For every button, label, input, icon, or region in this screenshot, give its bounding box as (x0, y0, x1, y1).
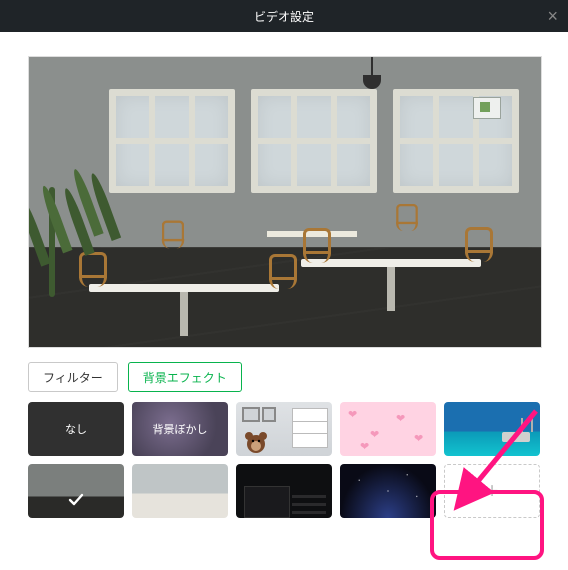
tabs: フィルター 背景エフェクト (28, 362, 540, 392)
plus-icon: + (486, 478, 499, 504)
bg-cafe-selected[interactable] (28, 464, 124, 518)
dialog-title: ビデオ設定 (254, 8, 314, 25)
bg-thumbnails: なし 背景ぼかし ❤❤ ❤❤ ❤ + (28, 402, 540, 518)
video-preview (28, 56, 542, 348)
bg-sea-boat[interactable] (444, 402, 540, 456)
tab-filter[interactable]: フィルター (28, 362, 118, 392)
bg-dark-room[interactable] (236, 464, 332, 518)
bg-none[interactable]: なし (28, 402, 124, 456)
close-icon[interactable]: × (547, 7, 558, 25)
bg-office[interactable] (132, 464, 228, 518)
content: フィルター 背景エフェクト なし 背景ぼかし ❤❤ ❤❤ ❤ + (0, 32, 568, 536)
bear-icon (242, 428, 270, 454)
bg-add[interactable]: + (444, 464, 540, 518)
bg-room-bear[interactable] (236, 402, 332, 456)
bg-pink-hearts[interactable]: ❤❤ ❤❤ ❤ (340, 402, 436, 456)
bg-stars[interactable] (340, 464, 436, 518)
bg-blur[interactable]: 背景ぼかし (132, 402, 228, 456)
tab-bg-effect[interactable]: 背景エフェクト (128, 362, 242, 392)
titlebar: ビデオ設定 × (0, 0, 568, 32)
check-icon (67, 491, 85, 512)
